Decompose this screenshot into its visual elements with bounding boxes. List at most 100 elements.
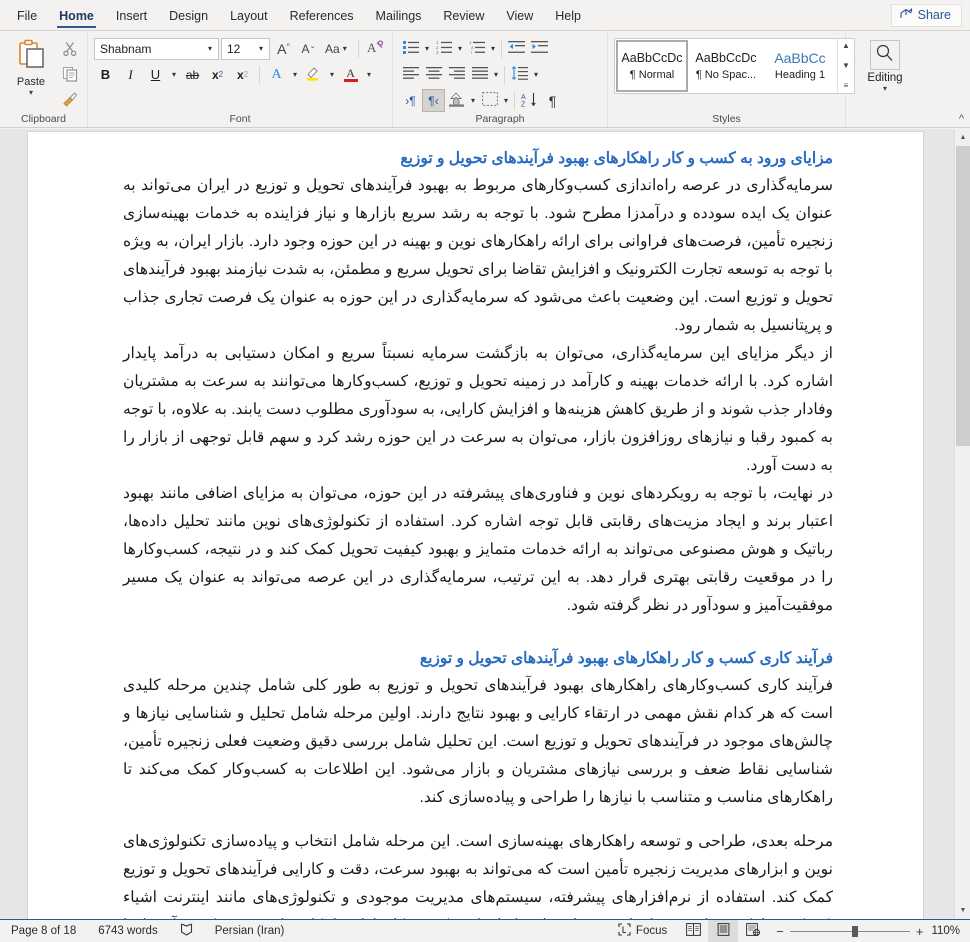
- align-left-button[interactable]: [399, 63, 422, 86]
- text-highlight-icon: [305, 65, 322, 85]
- align-center-button[interactable]: [422, 63, 445, 86]
- tab-help[interactable]: Help: [544, 5, 592, 30]
- page-indicator[interactable]: Page 8 of 18: [0, 920, 87, 942]
- ltr-text-direction-button[interactable]: ›¶: [399, 89, 422, 112]
- shading-button[interactable]: [445, 89, 468, 112]
- chevron-down-icon[interactable]: ▾: [488, 44, 498, 53]
- copy-button[interactable]: [59, 65, 81, 87]
- word-count-label: 6743 words: [98, 925, 158, 937]
- scroll-down-icon[interactable]: ▼: [955, 902, 970, 919]
- web-layout-icon: [746, 923, 761, 939]
- tab-review[interactable]: Review: [432, 5, 495, 30]
- zoom-track[interactable]: [789, 925, 910, 937]
- divider: [501, 39, 503, 58]
- scroll-up-icon[interactable]: ▲: [955, 129, 970, 146]
- bullets-button[interactable]: [399, 37, 422, 60]
- chevron-down-icon[interactable]: ▾: [256, 44, 266, 53]
- chevron-down-icon[interactable]: ▾: [327, 70, 337, 79]
- chevron-down-icon[interactable]: ▾: [883, 85, 887, 93]
- strikethrough-label: ab: [185, 67, 200, 82]
- language-indicator[interactable]: Persian (Iran): [204, 920, 296, 942]
- ribbon-collapse-icon[interactable]: ^: [959, 113, 964, 125]
- shrink-font-button[interactable]: A⌄: [297, 37, 320, 60]
- share-button[interactable]: Share: [890, 4, 962, 27]
- zoom-thumb[interactable]: [851, 925, 858, 937]
- text-effects-button[interactable]: A: [265, 63, 288, 86]
- format-painter-button[interactable]: [59, 90, 81, 112]
- paragraph-5: مرحله بعدی، طراحی و توسعه راهکارهای بهین…: [123, 833, 833, 919]
- chevron-down-icon[interactable]: ▾: [468, 96, 478, 105]
- font-color-button[interactable]: A: [339, 63, 362, 86]
- borders-button[interactable]: [478, 89, 501, 112]
- editing-button[interactable]: Editing ▾: [867, 34, 903, 93]
- scrollbar-thumb[interactable]: [956, 146, 970, 446]
- zoom-out-button[interactable]: −: [776, 924, 784, 939]
- text-highlight-button[interactable]: [302, 63, 325, 86]
- show-formatting-marks-button[interactable]: ¶: [541, 89, 564, 112]
- chevron-down-icon[interactable]: ▾: [340, 44, 350, 53]
- chevron-down-icon[interactable]: ▾: [205, 44, 215, 53]
- zoom-in-button[interactable]: +: [916, 924, 924, 939]
- underline-button[interactable]: U: [144, 63, 167, 86]
- chevron-down-icon[interactable]: ▾: [29, 89, 33, 97]
- clear-formatting-button[interactable]: A: [364, 37, 387, 60]
- chevron-down-icon[interactable]: ▾: [491, 70, 501, 79]
- chevron-down-icon[interactable]: ▾: [422, 44, 432, 53]
- style-no-spacing[interactable]: AaBbCcDc ¶ No Spac...: [690, 40, 762, 92]
- increase-indent-button[interactable]: [528, 37, 551, 60]
- tab-mailings[interactable]: Mailings: [365, 5, 433, 30]
- tab-design[interactable]: Design: [158, 5, 219, 30]
- style-label: Heading 1: [774, 69, 826, 81]
- read-mode-button[interactable]: [678, 920, 708, 942]
- font-name-combobox[interactable]: Shabnam ▾: [94, 37, 219, 60]
- rtl-text-direction-button[interactable]: ¶‹: [422, 89, 445, 112]
- font-size-value: 12: [227, 41, 241, 56]
- tab-references[interactable]: References: [279, 5, 365, 30]
- web-layout-button[interactable]: [738, 920, 768, 942]
- strikethrough-button[interactable]: ab: [181, 63, 204, 86]
- chevron-down-icon[interactable]: ▾: [501, 96, 511, 105]
- ribbon-group-clipboard: Paste ▾ Clipboard: [0, 31, 88, 127]
- style-normal[interactable]: AaBbCcDc ¶ Normal: [616, 40, 688, 92]
- chevron-down-icon[interactable]: ▾: [531, 70, 541, 79]
- line-spacing-button[interactable]: [508, 63, 531, 86]
- grow-font-button[interactable]: A^: [272, 37, 295, 60]
- chevron-down-icon[interactable]: ▾: [169, 70, 179, 79]
- italic-button[interactable]: I: [119, 63, 142, 86]
- style-heading-1[interactable]: AaBbCс Heading 1: [764, 40, 836, 92]
- tab-layout[interactable]: Layout: [219, 5, 279, 30]
- chevron-down-icon[interactable]: ▾: [364, 70, 374, 79]
- sort-button[interactable]: A Z: [518, 89, 541, 112]
- zoom-slider[interactable]: − +: [768, 924, 931, 939]
- divider: [514, 91, 516, 110]
- change-case-button[interactable]: Aa ▾: [322, 37, 353, 60]
- tab-file[interactable]: File: [6, 5, 48, 30]
- decrease-indent-button[interactable]: [505, 37, 528, 60]
- numbering-button[interactable]: 1 2 3: [432, 37, 455, 60]
- tab-home[interactable]: Home: [48, 5, 105, 30]
- focus-mode-button[interactable]: Focus: [607, 920, 678, 942]
- multilevel-list-button[interactable]: 1 a i: [465, 37, 488, 60]
- word-count[interactable]: 6743 words: [87, 920, 168, 942]
- subscript-button[interactable]: x2: [206, 63, 229, 86]
- bold-button[interactable]: B: [94, 63, 117, 86]
- document-canvas[interactable]: مزایای ورود به کسب و کار راهکارهای بهبود…: [0, 129, 970, 919]
- cut-button[interactable]: [59, 40, 81, 62]
- grow-font-icon: A^: [277, 40, 290, 57]
- justify-button[interactable]: [468, 63, 491, 86]
- print-layout-button[interactable]: [708, 919, 739, 942]
- proofing-status[interactable]: [169, 920, 204, 942]
- font-size-combobox[interactable]: 12 ▾: [221, 37, 270, 60]
- align-left-icon: [402, 66, 419, 83]
- document-page[interactable]: مزایای ورود به کسب و کار راهکارهای بهبود…: [28, 132, 923, 919]
- tab-insert[interactable]: Insert: [105, 5, 158, 30]
- zoom-level-label[interactable]: 110%: [931, 925, 970, 937]
- paste-button[interactable]: Paste ▾: [6, 36, 56, 97]
- vertical-scrollbar[interactable]: ▲ ▼: [954, 129, 970, 919]
- chevron-down-icon[interactable]: ▾: [455, 44, 465, 53]
- superscript-button[interactable]: x2: [231, 63, 254, 86]
- change-case-label: Aa: [325, 41, 340, 56]
- tab-view[interactable]: View: [495, 5, 544, 30]
- align-right-button[interactable]: [445, 63, 468, 86]
- chevron-down-icon[interactable]: ▾: [290, 70, 300, 79]
